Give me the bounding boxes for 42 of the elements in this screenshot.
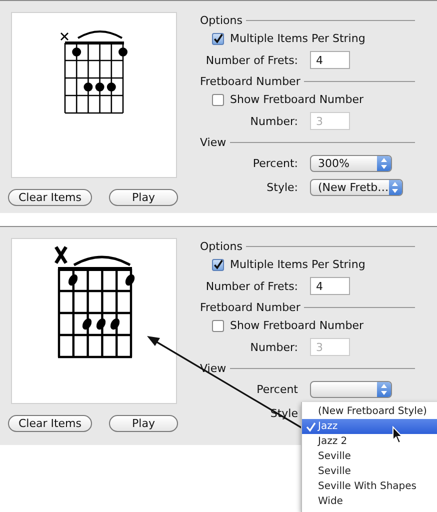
checkbox-label: Show Fretboard Number xyxy=(230,319,364,332)
cursor-icon xyxy=(392,426,404,444)
field-label: Number of Frets: xyxy=(204,280,299,292)
field-label: Number: xyxy=(249,340,299,354)
push-button[interactable]: Clear Items xyxy=(8,415,92,432)
checkbox-label: Show Fretboard Number xyxy=(230,93,364,106)
section-heading: Fretboard Number xyxy=(200,300,300,314)
checkbox-label: Multiple Items Per String xyxy=(230,258,366,271)
push-button[interactable]: Play xyxy=(109,189,178,206)
field-label: Number of Frets: xyxy=(204,54,299,66)
menu-item[interactable]: Seville xyxy=(302,464,437,479)
menu-item[interactable]: Seville xyxy=(302,449,437,464)
push-button[interactable]: Clear Items xyxy=(8,189,92,206)
section-heading: View xyxy=(200,136,226,148)
input-field[interactable]: 4 xyxy=(310,277,350,295)
checkbox[interactable] xyxy=(212,258,224,270)
menu-item[interactable]: Seville With Shapes xyxy=(302,479,437,494)
popup-menu[interactable]: (New Fretb… xyxy=(310,178,403,196)
checkbox[interactable] xyxy=(212,32,224,44)
popup-menu[interactable] xyxy=(310,380,392,398)
check-icon xyxy=(306,422,316,432)
section-heading: Options xyxy=(200,240,242,252)
checkbox[interactable] xyxy=(212,94,224,106)
checkbox[interactable] xyxy=(212,320,224,332)
menu-item[interactable]: Jazz xyxy=(302,419,437,434)
input-field[interactable]: 4 xyxy=(310,51,350,69)
checkbox-label: Multiple Items Per String xyxy=(230,32,366,45)
field-label: Percent: xyxy=(252,156,299,170)
section-heading: View xyxy=(200,362,226,374)
push-button[interactable]: Play xyxy=(109,415,178,432)
section-heading: Options xyxy=(200,14,242,26)
updown-arrows-icon xyxy=(381,384,387,394)
field-label: Number: xyxy=(249,114,299,128)
updown-arrows-icon xyxy=(381,158,387,168)
menu-item[interactable]: Jazz 2 xyxy=(302,434,437,449)
field-label: Percent xyxy=(256,382,299,396)
field-label: Style: xyxy=(266,180,299,194)
menu-item[interactable]: Wide xyxy=(302,494,437,509)
menu-item[interactable]: (New Fretboard Style) xyxy=(302,404,437,419)
popup-menu[interactable]: 300% xyxy=(310,154,392,172)
section-heading: Fretboard Number xyxy=(200,74,300,88)
updown-arrows-icon xyxy=(392,182,398,192)
